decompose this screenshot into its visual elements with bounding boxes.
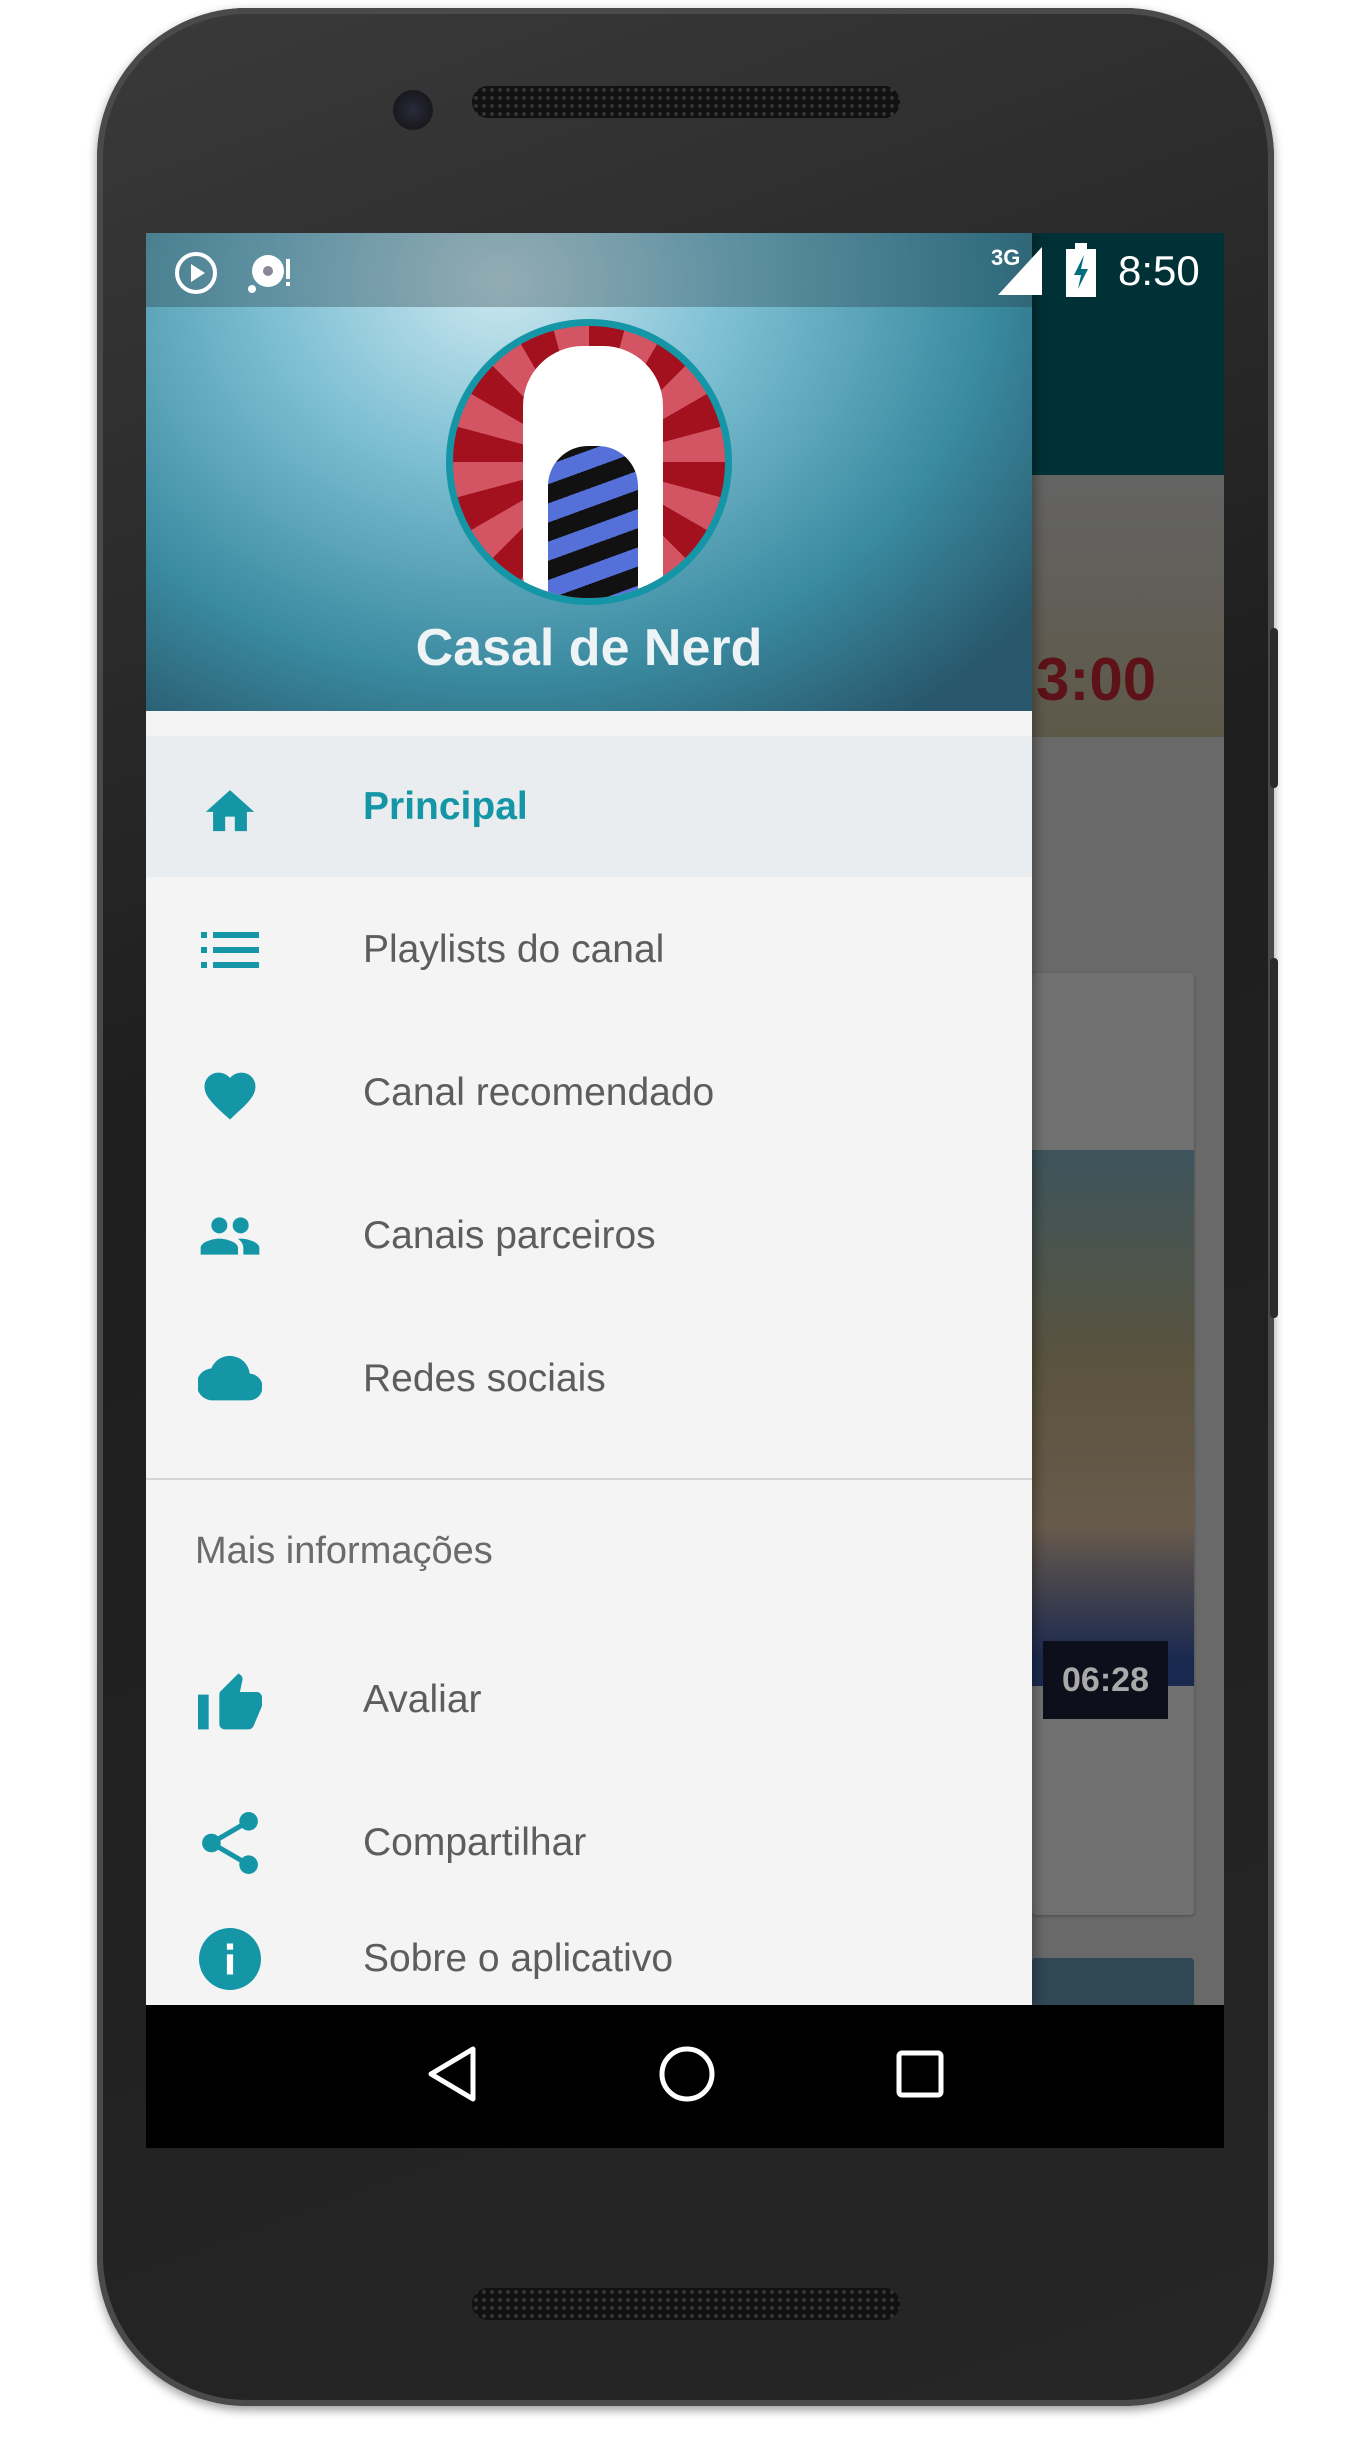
menu-item-canal-recomendado[interactable]: Canal recomendado bbox=[146, 1022, 1032, 1163]
menu-item-label: Canais parceiros bbox=[363, 1213, 656, 1257]
screen: 3:00 06:28 3G 8:50 Casal de Nerd Princip… bbox=[146, 233, 1224, 2148]
heart-icon bbox=[198, 1061, 262, 1125]
battery-charging-icon bbox=[1066, 243, 1096, 297]
menu-item-label: Compartilhar bbox=[363, 1820, 587, 1864]
channel-avatar bbox=[446, 319, 732, 605]
share-icon bbox=[198, 1811, 262, 1875]
divider bbox=[146, 1478, 1032, 1480]
video-duration: 06:28 bbox=[1043, 1641, 1168, 1719]
play-circle-icon bbox=[175, 252, 217, 294]
menu-item-principal[interactable]: Principal bbox=[146, 736, 1032, 877]
power-button bbox=[1270, 628, 1278, 788]
menu-item-label: Principal bbox=[363, 784, 528, 828]
menu-item-label: Canal recomendado bbox=[363, 1070, 715, 1114]
front-camera bbox=[393, 90, 433, 130]
recents-button[interactable] bbox=[895, 2049, 945, 2104]
menu-item-redes-sociais[interactable]: Redes sociais bbox=[146, 1308, 1032, 1449]
menu-item-label: Avaliar bbox=[363, 1677, 482, 1721]
list-icon bbox=[198, 918, 262, 982]
menu-item-canais-parceiros[interactable]: Canais parceiros bbox=[146, 1165, 1032, 1306]
clock: 8:50 bbox=[1118, 247, 1200, 294]
info-icon bbox=[198, 1927, 262, 1991]
people-icon bbox=[198, 1204, 262, 1268]
menu-item-avaliar[interactable]: Avaliar bbox=[146, 1629, 1032, 1770]
section-title: Mais informações bbox=[195, 1530, 493, 1572]
menu-item-sobre[interactable]: Sobre o aplicativo bbox=[146, 1915, 1032, 2003]
home-button[interactable] bbox=[658, 2045, 716, 2108]
thumb-up-icon bbox=[198, 1668, 262, 1732]
navigation-bar bbox=[146, 2005, 1224, 2148]
status-bar: 3G 8:50 bbox=[146, 233, 1224, 307]
back-button[interactable] bbox=[425, 2045, 479, 2108]
top-speaker bbox=[472, 86, 900, 118]
signal-icon bbox=[998, 247, 1042, 295]
bottom-speaker bbox=[472, 2288, 900, 2320]
thumb-text: 3:00 bbox=[1036, 646, 1157, 713]
menu-item-label: Sobre o aplicativo bbox=[363, 1937, 674, 1980]
menu-item-label: Playlists do canal bbox=[363, 927, 665, 971]
home-icon bbox=[198, 775, 262, 839]
channel-name: Casal de Nerd bbox=[415, 619, 763, 677]
menu-item-compartilhar[interactable]: Compartilhar bbox=[146, 1772, 1032, 1913]
cloud-icon bbox=[198, 1347, 262, 1411]
volume-button bbox=[1270, 958, 1278, 1318]
menu-item-playlists[interactable]: Playlists do canal bbox=[146, 879, 1032, 1020]
navigation-drawer: Casal de Nerd Principal Playlists do can… bbox=[146, 233, 1032, 2005]
sync-alert-icon bbox=[248, 255, 290, 293]
menu-item-label: Redes sociais bbox=[363, 1356, 606, 1400]
